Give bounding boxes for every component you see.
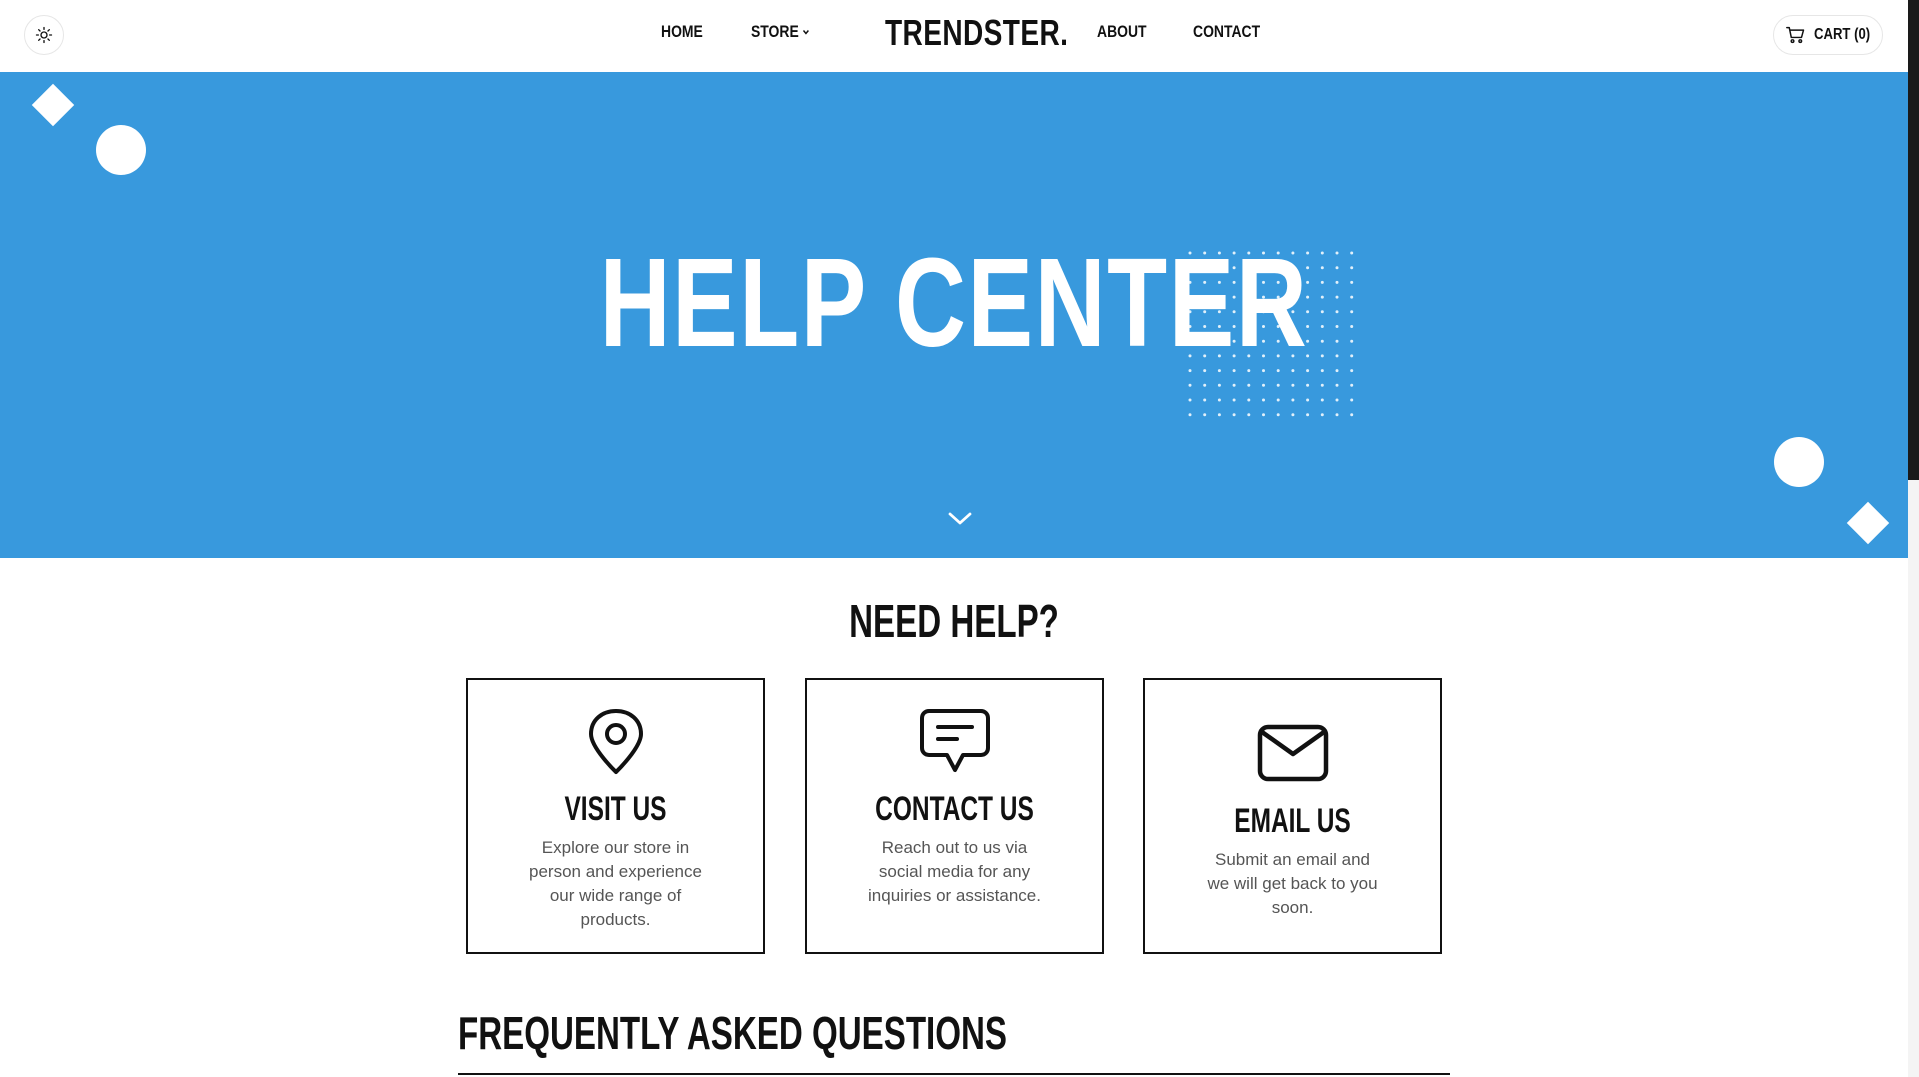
decorative-dot: [1335, 369, 1339, 373]
need-help-title: NEED HELP?: [849, 595, 1059, 647]
nav-home-link[interactable]: HOME: [661, 22, 703, 42]
faq-title: FREQUENTLY ASKED QUESTIONS: [458, 1007, 1008, 1059]
decorative-dot: [1350, 398, 1354, 402]
decorative-dot: [1188, 383, 1192, 387]
decorative-dot: [1335, 398, 1339, 402]
chevron-down-icon: [948, 512, 972, 525]
decorative-dot: [1291, 398, 1295, 402]
map-pin-icon: [588, 709, 643, 774]
decorative-dot: [1188, 398, 1192, 402]
decorative-dot: [1247, 398, 1251, 402]
decorative-dot: [1262, 413, 1265, 417]
decorative-diamond: [1846, 501, 1890, 545]
nav-about-link[interactable]: ABOUT: [1097, 22, 1147, 42]
faq-divider: [458, 1073, 1450, 1075]
decorative-dot: [1320, 369, 1324, 373]
nav-store-label: STORE: [751, 22, 799, 41]
decorative-dot: [1247, 383, 1251, 387]
envelope-icon: [1257, 724, 1328, 782]
decorative-dot: [1335, 413, 1339, 417]
decorative-dot: [1262, 383, 1265, 387]
nav-contact-link[interactable]: CONTACT: [1193, 22, 1260, 42]
theme-toggle-button[interactable]: [24, 15, 64, 55]
decorative-circle: [1774, 437, 1824, 487]
decorative-dot: [1217, 413, 1221, 417]
decorative-dot: [1350, 413, 1354, 417]
decorative-dot: [1350, 383, 1354, 387]
decorative-diamond: [31, 83, 75, 127]
cart-label: CART (0): [1813, 26, 1870, 43]
decorative-dot: [1247, 413, 1251, 417]
hero-title: HELP CENTER: [599, 232, 1309, 373]
nav-store-dropdown[interactable]: STORE: [751, 22, 810, 42]
decorative-dot: [1291, 383, 1295, 387]
hero-banner: HELP CENTER: [0, 72, 1908, 558]
decorative-dot: [1335, 383, 1339, 387]
decorative-dot: [1203, 398, 1207, 402]
scrollbar-thumb[interactable]: [1908, 0, 1919, 480]
visit-us-card[interactable]: VISIT US Explore our store in person and…: [466, 678, 765, 954]
decorative-dot: [1320, 413, 1324, 417]
site-header: HOME STORE TRENDSTER. ABOUT CONTACT CART…: [0, 0, 1908, 72]
contact-us-description: Reach out to us via social media for any…: [868, 838, 1041, 905]
decorative-dot: [1217, 398, 1221, 402]
decorative-dot: [1232, 398, 1236, 402]
contact-us-card[interactable]: CONTACT US Reach out to us via social me…: [805, 678, 1104, 954]
decorative-dot: [1276, 413, 1280, 417]
decorative-dot: [1291, 413, 1295, 417]
page: HOME STORE TRENDSTER. ABOUT CONTACT CART…: [0, 0, 1908, 1077]
decorative-dot: [1203, 413, 1207, 417]
decorative-dot: [1217, 383, 1221, 387]
email-us-title: EMAIL US: [1234, 802, 1351, 840]
decorative-dot: [1306, 383, 1310, 387]
cart-button[interactable]: CART (0): [1773, 15, 1883, 55]
decorative-dot: [1350, 369, 1354, 373]
decorative-circle: [96, 125, 146, 175]
decorative-dot: [1188, 413, 1192, 417]
scroll-down-button[interactable]: [946, 508, 974, 528]
chat-bubble-icon: [919, 709, 990, 772]
decorative-dot: [1232, 383, 1236, 387]
decorative-dot: [1203, 383, 1207, 387]
email-us-description: Submit an email and we will get back to …: [1207, 850, 1378, 917]
decorative-dot: [1306, 398, 1310, 402]
brand-logo[interactable]: TRENDSTER.: [885, 12, 1068, 54]
decorative-dot: [1320, 383, 1324, 387]
chevron-down-icon: [803, 29, 810, 35]
decorative-dot: [1306, 413, 1310, 417]
decorative-dot: [1232, 413, 1236, 417]
visit-us-description: Explore our store in person and experien…: [529, 838, 702, 929]
decorative-dot: [1276, 398, 1280, 402]
cart-icon: [1786, 26, 1805, 44]
contact-us-title: CONTACT US: [875, 790, 1034, 828]
decorative-dot: [1262, 398, 1265, 402]
visit-us-title: VISIT US: [564, 790, 667, 828]
email-us-card[interactable]: EMAIL US Submit an email and we will get…: [1143, 678, 1442, 954]
sun-icon: [35, 26, 53, 44]
decorative-dot: [1276, 383, 1280, 387]
decorative-dot: [1320, 398, 1324, 402]
